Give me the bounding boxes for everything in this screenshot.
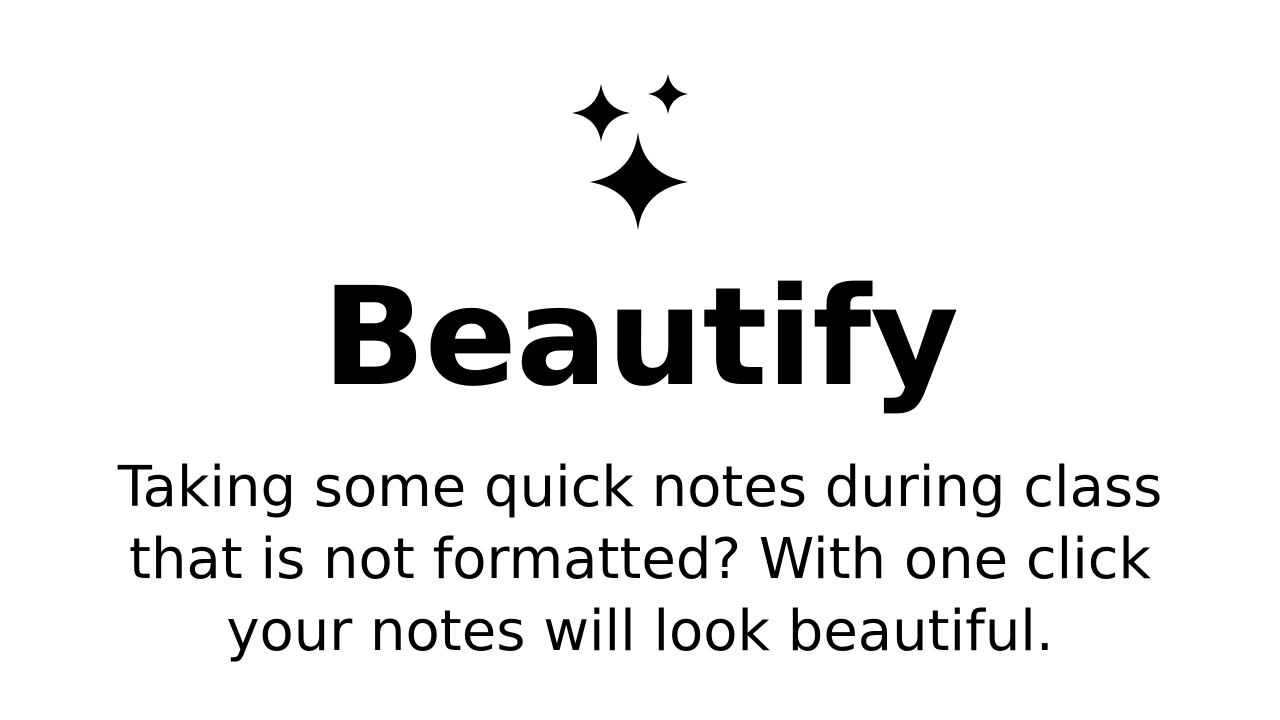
feature-description: Taking some quick notes during class tha… <box>90 452 1190 668</box>
page-title: Beautify <box>322 259 959 417</box>
sparkle-large <box>590 132 688 230</box>
sparkles-icon <box>572 74 688 230</box>
sparkle-tiny-right <box>648 74 688 114</box>
sparkle-small-left <box>572 84 630 142</box>
description-line: that is not formatted? With one click <box>129 527 1151 592</box>
feature-slide: Beautify Taking some quick notes during … <box>0 0 1280 720</box>
description-line: your notes will look beautiful. <box>226 599 1054 664</box>
description-line: Taking some quick notes during class <box>117 455 1163 520</box>
